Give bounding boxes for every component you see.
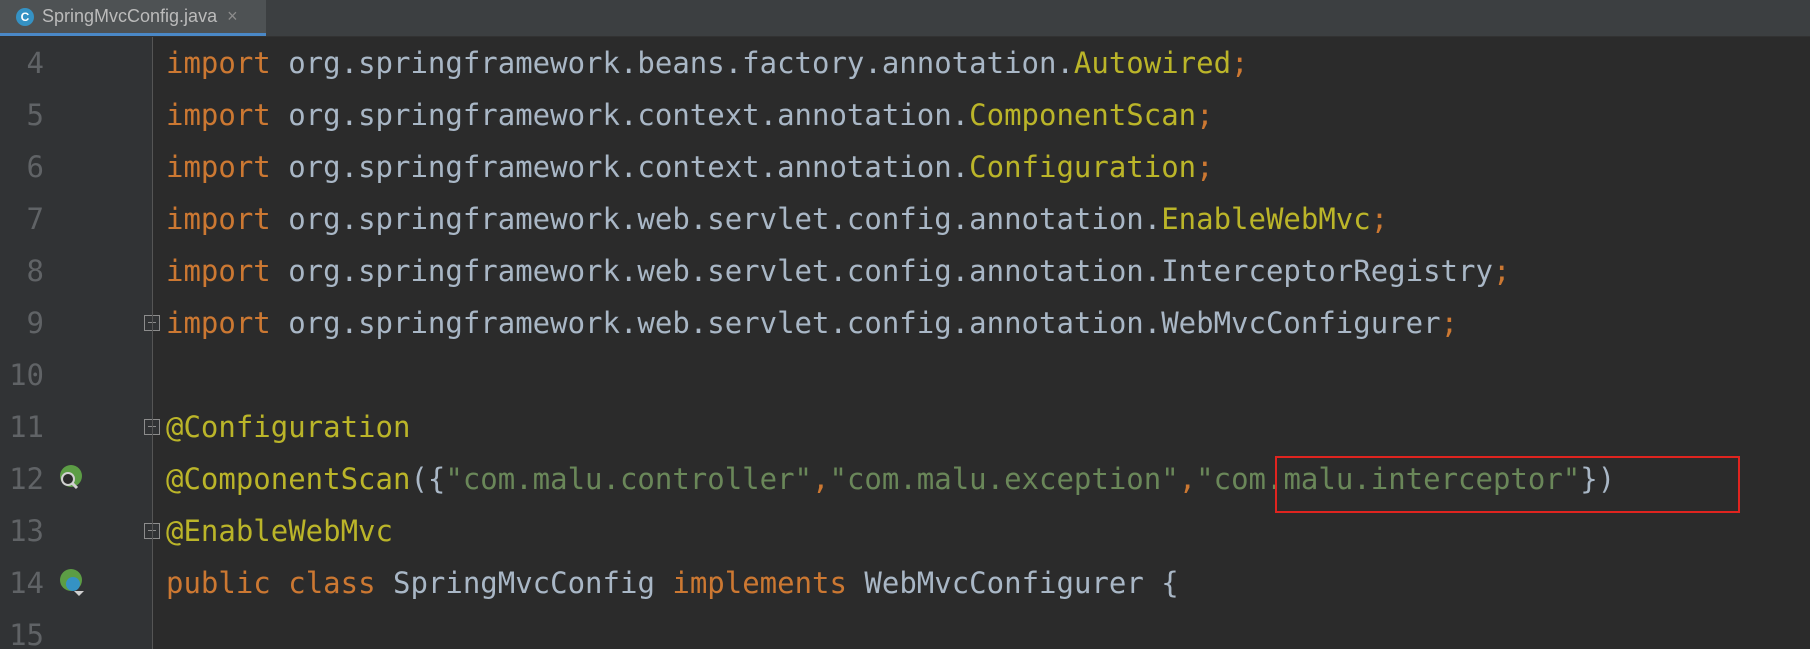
line-number: 5 <box>26 98 44 132</box>
line-number: 12 <box>9 462 44 496</box>
line-number: 10 <box>9 358 44 392</box>
spring-config-class-icon[interactable] <box>56 567 86 597</box>
code-text[interactable]: import org.springframework.beans.factory… <box>166 49 1249 78</box>
code-line[interactable]: 6 import org.springframework.context.anno… <box>0 141 1810 193</box>
code-line[interactable]: 8 import org.springframework.web.servlet.… <box>0 245 1810 297</box>
code-text[interactable]: import org.springframework.context.annot… <box>166 101 1214 130</box>
code-text[interactable]: @EnableWebMvc <box>166 517 393 546</box>
java-class-icon: C <box>16 7 34 26</box>
line-number: 11 <box>9 410 44 444</box>
code-line[interactable]: 5 import org.springframework.context.anno… <box>0 89 1810 141</box>
code-text[interactable]: import org.springframework.context.annot… <box>166 153 1214 182</box>
line-number: 7 <box>26 202 44 236</box>
tab-springmvcconfig[interactable]: C SpringMvcConfig.java × <box>0 0 266 36</box>
code-line[interactable]: 11 @Configuration <box>0 401 1810 453</box>
red-highlight-box <box>1275 456 1740 513</box>
code-text[interactable]: import org.springframework.web.servlet.c… <box>166 257 1510 286</box>
indent-guide <box>152 37 153 649</box>
code-line[interactable]: 14 public class SpringMvcConfig implement… <box>0 557 1810 609</box>
line-number: 15 <box>9 618 44 649</box>
line-number: 9 <box>26 306 44 340</box>
code-editor[interactable]: 4 import org.springframework.beans.factor… <box>0 37 1810 649</box>
code-line[interactable]: 15 <box>0 609 1810 649</box>
line-number: 4 <box>26 46 44 80</box>
line-number: 8 <box>26 254 44 288</box>
code-text[interactable]: import org.springframework.web.servlet.c… <box>166 309 1458 338</box>
code-line[interactable]: 9 import org.springframework.web.servlet.… <box>0 297 1810 349</box>
editor-tab-bar: C SpringMvcConfig.java × <box>0 0 1810 37</box>
code-text[interactable]: @Configuration <box>166 413 410 442</box>
code-text[interactable]: public class SpringMvcConfig implements … <box>166 569 1179 598</box>
line-number: 13 <box>9 514 44 548</box>
code-line[interactable]: 7 import org.springframework.web.servlet.… <box>0 193 1810 245</box>
line-number: 6 <box>26 150 44 184</box>
code-line[interactable]: 4 import org.springframework.beans.factor… <box>0 37 1810 89</box>
line-number: 14 <box>9 566 44 600</box>
code-text[interactable]: import org.springframework.web.servlet.c… <box>166 205 1388 234</box>
tab-filename[interactable]: SpringMvcConfig.java <box>42 6 217 27</box>
spring-bean-search-icon[interactable] <box>56 463 86 493</box>
close-tab-icon[interactable]: × <box>227 6 238 27</box>
code-line[interactable]: 10 <box>0 349 1810 401</box>
